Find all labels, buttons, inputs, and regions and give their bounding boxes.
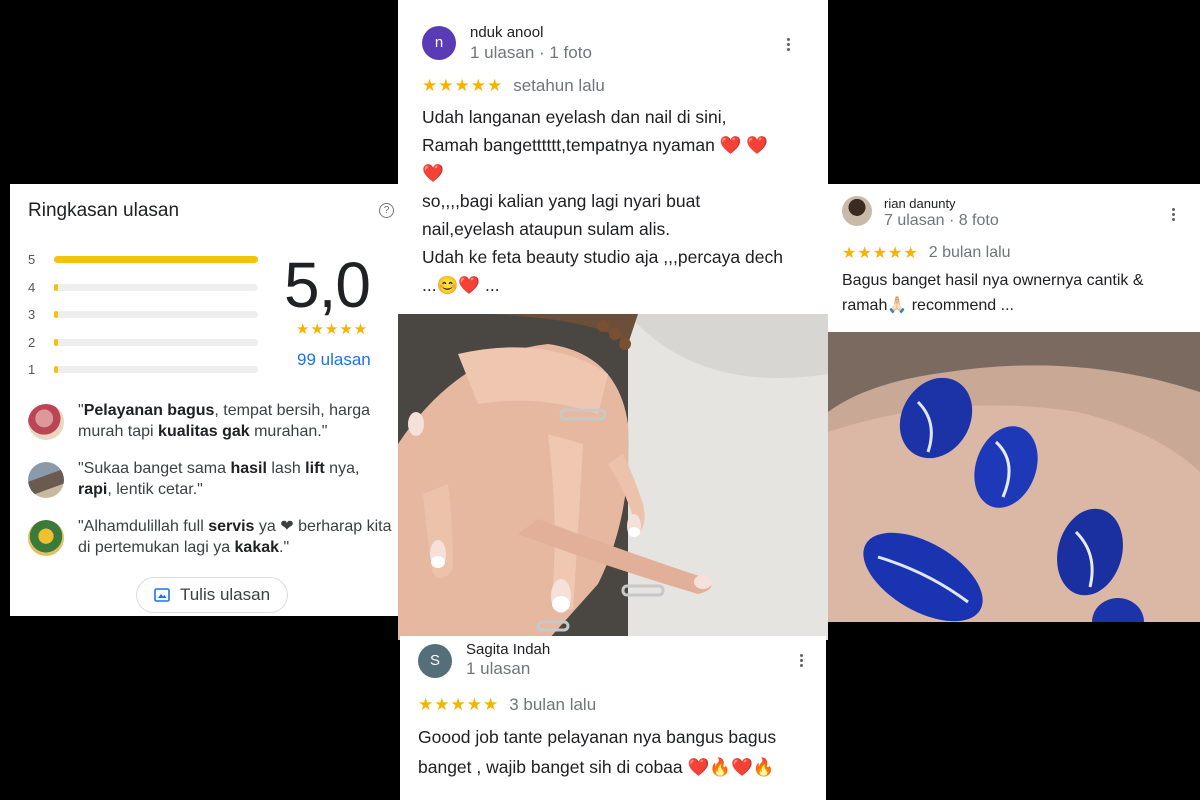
review-rating-line: ★★★★★ 2 bulan lalu — [842, 243, 1011, 263]
rating-bar-fill — [54, 256, 258, 264]
avatar[interactable]: S — [418, 644, 452, 678]
rating-distribution: 5 4 3 2 1 — [28, 246, 258, 384]
snippet-text: "Alhamdulillah full servis ya ❤ berharap… — [78, 518, 392, 556]
review-stars: ★★★★★ — [418, 695, 500, 714]
review-photo[interactable] — [828, 332, 1200, 622]
avatar — [28, 520, 64, 556]
review-date: 2 bulan lalu — [928, 244, 1011, 261]
rating-bar-fill — [54, 366, 59, 374]
review-count-link[interactable]: 99 ulasan — [297, 350, 371, 370]
write-review-icon — [154, 588, 170, 602]
review-card: n nduk anool 1 ulasan · 1 foto ★★★★★ set… — [398, 0, 828, 640]
rating-bar-label: 2 — [28, 334, 36, 350]
review-text: Bagus banget hasil nya ownernya cantik &… — [842, 272, 1144, 314]
average-rating: 5,0 — [284, 249, 371, 321]
rating-bar-1[interactable]: 1 — [28, 356, 258, 384]
review-snippet[interactable]: "Alhamdulillah full servis ya ❤ berharap… — [28, 516, 396, 558]
rating-bar-fill — [54, 283, 59, 291]
review-snippet[interactable]: "Sukaa banget sama hasil lash lift nya, … — [28, 458, 396, 500]
rating-bar-fill — [54, 338, 59, 346]
write-review-label: Tulis ulasan — [179, 585, 271, 604]
rating-stars: ★★★★★ — [296, 321, 369, 338]
review-text: Udah langanan eyelash dan nail di sini, … — [422, 107, 783, 295]
kebab-menu-icon[interactable] — [787, 38, 791, 53]
rating-bar-5[interactable]: 5 — [28, 246, 258, 274]
review-stars: ★★★★★ — [422, 76, 504, 95]
reviewer-name[interactable]: rian danunty — [884, 196, 956, 211]
help-icon[interactable]: ? — [379, 203, 394, 218]
kebab-menu-icon[interactable] — [800, 654, 804, 669]
review-photo[interactable] — [398, 314, 828, 640]
review-date: setahun lalu — [513, 76, 605, 95]
kebab-menu-icon[interactable] — [1172, 208, 1176, 223]
review-card: S Sagita Indah 1 ulasan ★★★★★ 3 bulan la… — [400, 636, 826, 800]
reviewer-name[interactable]: Sagita Indah — [466, 641, 550, 658]
review-stars: ★★★★★ — [842, 245, 919, 262]
review-summary-card: Ringkasan ulasan ? 5 4 3 2 1 5,0 ★★★★★ 9… — [10, 184, 398, 616]
rating-bar-2[interactable]: 2 — [28, 329, 258, 357]
avatar[interactable] — [842, 196, 872, 226]
avatar[interactable]: n — [422, 26, 456, 60]
rating-bar-label: 5 — [28, 252, 36, 268]
reviewer-meta: 1 ulasan · 1 foto — [470, 43, 592, 62]
summary-title: Ringkasan ulasan — [28, 200, 180, 221]
rating-bar-3[interactable]: 3 — [28, 301, 258, 329]
reviewer-name[interactable]: nduk anool — [470, 24, 543, 41]
review-date: 3 bulan lalu — [509, 695, 597, 714]
rating-bar-label: 4 — [28, 279, 36, 295]
rating-bar-4[interactable]: 4 — [28, 274, 258, 302]
avatar — [28, 462, 64, 498]
avatar — [28, 404, 64, 440]
snippet-text: "Sukaa banget sama hasil lash lift nya, … — [78, 460, 360, 498]
snippet-text: "Pelayanan bagus, tempat bersih, harga m… — [78, 402, 371, 440]
rating-bar-label: 3 — [28, 307, 36, 323]
review-card: rian danunty 7 ulasan · 8 foto ★★★★★ 2 b… — [828, 184, 1200, 622]
review-rating-line: ★★★★★ setahun lalu — [422, 76, 605, 96]
reviewer-meta: 7 ulasan · 8 foto — [884, 212, 999, 229]
write-review-button[interactable]: Tulis ulasan — [136, 577, 288, 613]
review-rating-line: ★★★★★ 3 bulan lalu — [418, 695, 596, 715]
rating-bar-fill — [54, 311, 59, 319]
rating-bar-label: 1 — [28, 362, 36, 378]
review-snippet[interactable]: "Pelayanan bagus, tempat bersih, harga m… — [28, 400, 396, 442]
review-text: Goood job tante pelayanan nya bangus bag… — [418, 727, 777, 800]
reviewer-meta: 1 ulasan — [466, 659, 531, 678]
